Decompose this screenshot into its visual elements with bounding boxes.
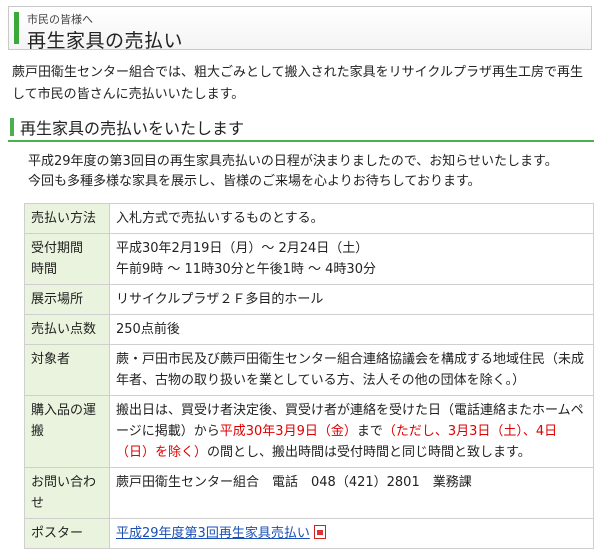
section-accent-bar: [10, 118, 14, 136]
venue-label: 展示場所: [24, 284, 110, 315]
count-label: 売払い点数: [24, 314, 110, 345]
title-accent-bar: [14, 12, 19, 44]
pdf-icon[interactable]: [313, 525, 326, 539]
table-row: 購入品の運搬 搬出日は、買受け者決定後、買受け者が連絡を受けた日（電話連絡またホ…: [24, 395, 594, 468]
eligible-value: 蕨・戸田市民及び蕨戸田衛生センター組合連絡協議会を構成する地域住民（未成年者、古…: [109, 344, 594, 396]
period-label-1: 受付期間: [31, 241, 84, 256]
table-row: ポスター 平成29年度第3回再生家具売払い: [24, 518, 594, 549]
section-title: 再生家具の売払いをいたします: [20, 119, 245, 138]
section-heading: 再生家具の売払いをいたします: [8, 112, 594, 142]
notice-line-2: 今回も多種多様な家具を展示し、皆様のご来場を心よりお待ちしております。: [28, 174, 481, 189]
period-value: 平成30年2月19日（月）～ 2月24日（土） 午前9時 ～ 11時30分と午後…: [109, 233, 594, 285]
contact-label: お問い合わせ: [24, 467, 110, 519]
contact-value: 蕨戸田衛生センター組合 電話 048（421）2801 業務課: [109, 467, 594, 519]
table-row: お問い合わせ 蕨戸田衛生センター組合 電話 048（421）2801 業務課: [24, 467, 594, 519]
page-title-box: 市民の皆様へ 再生家具の売払い: [8, 6, 592, 52]
transport-value: 搬出日は、買受け者決定後、買受け者が連絡を受けた日（電話連絡またホームページに掲…: [109, 395, 594, 468]
method-label: 売払い方法: [24, 203, 110, 234]
eligible-label: 対象者: [24, 344, 110, 396]
page-kicker: 市民の皆様へ: [27, 13, 93, 26]
poster-value: 平成29年度第3回再生家具売払い: [109, 518, 594, 549]
transport-label: 購入品の運搬: [24, 395, 110, 468]
table-row: 売払い点数 250点前後: [24, 314, 594, 345]
period-label: 受付期間 時間: [24, 233, 110, 285]
notice-text: 平成29年度の第3回目の再生家具売払いの日程が決まりましたので、お知らせいたしま…: [28, 152, 588, 192]
page-title: 再生家具の売払い: [27, 30, 184, 52]
venue-value: リサイクルプラザ２Ｆ多目的ホール: [109, 284, 594, 315]
sale-info-table: 売払い方法 入札方式で売払いするものとする。 受付期間 時間 平成30年2月19…: [24, 203, 594, 549]
method-value: 入札方式で売払いするものとする。: [109, 203, 594, 234]
period-hours: 午前9時 ～ 11時30分と午後1時 ～ 4時30分: [116, 262, 376, 277]
period-dates: 平成30年2月19日（月）～ 2月24日（土）: [116, 241, 369, 256]
table-row: 売払い方法 入札方式で売払いするものとする。: [24, 203, 594, 234]
intro-text: 蕨戸田衛生センター組合では、粗大ごみとして搬入された家具をリサイクルプラザ再生工…: [12, 65, 583, 102]
transport-text-3: の間とし、搬出時間は受付時間と同じ時間と致します。: [207, 445, 531, 460]
page: 市民の皆様へ 再生家具の売払い 蕨戸田衛生センター組合では、粗大ごみとして搬入さ…: [0, 0, 600, 549]
notice-line-1: 平成29年度の第3回目の再生家具売払いの日程が決まりましたので、お知らせいたしま…: [28, 154, 558, 169]
transport-deadline: 平成30年3月9日（金）: [219, 424, 357, 439]
table-row: 対象者 蕨・戸田市民及び蕨戸田衛生センター組合連絡協議会を構成する地域住民（未成…: [24, 344, 594, 396]
count-value: 250点前後: [109, 314, 594, 345]
period-label-2: 時間: [31, 262, 58, 277]
transport-text-2: まで: [356, 424, 383, 439]
poster-link[interactable]: 平成29年度第3回再生家具売払い: [116, 526, 310, 541]
table-row: 受付期間 時間 平成30年2月19日（月）～ 2月24日（土） 午前9時 ～ 1…: [24, 233, 594, 285]
table-row: 展示場所 リサイクルプラザ２Ｆ多目的ホール: [24, 284, 594, 315]
poster-label: ポスター: [24, 518, 110, 549]
